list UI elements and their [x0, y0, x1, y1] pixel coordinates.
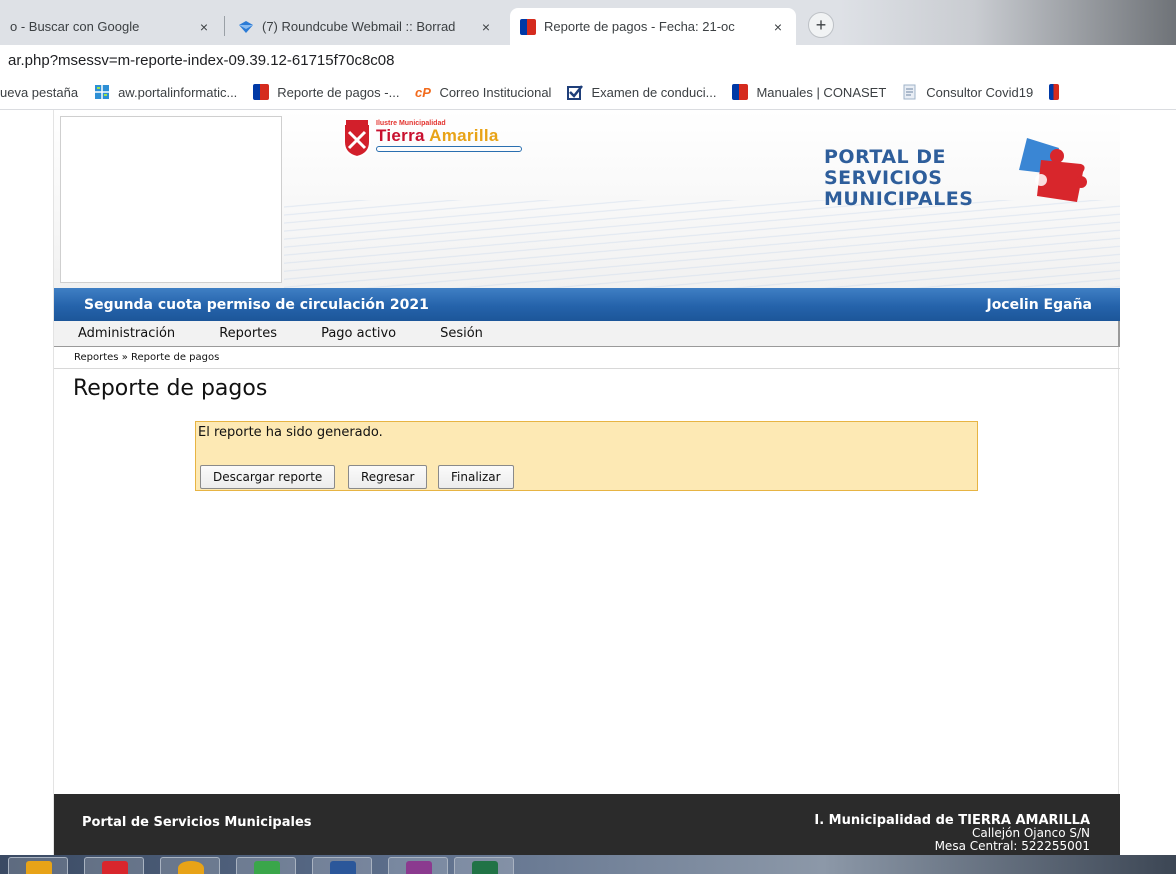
site-footer: Portal de Servicios Municipales I. Munic… — [54, 794, 1120, 855]
flag-icon — [520, 18, 536, 35]
bookmarks-bar: ueva pestaña aw.portalinformatic... Repo… — [0, 75, 1176, 110]
taskbar-outlook[interactable] — [8, 857, 68, 874]
footer-portal-name: Portal de Servicios Municipales — [82, 815, 312, 830]
word-icon — [330, 861, 356, 874]
site-header: Ilustre Municipalidad Tierra Amarilla PO… — [54, 110, 1120, 288]
tab-roundcube-webmail[interactable]: (7) Roundcube Webmail :: Borrad × — [228, 8, 504, 45]
outlook-icon — [26, 861, 52, 874]
bookmark-label: Examen de conduci... — [591, 84, 717, 100]
svg-text:cP: cP — [415, 85, 431, 100]
procedure-title: Segunda cuota permiso de circulación 202… — [84, 296, 429, 313]
doc-icon — [903, 84, 916, 100]
bookmark-correo-institucional[interactable]: cP Correo Institucional — [415, 84, 552, 101]
user-name[interactable]: Jocelin Egaña — [986, 297, 1092, 313]
bookmark-reporte-de-pagos[interactable]: Reporte de pagos -... — [253, 84, 399, 100]
close-icon[interactable]: × — [770, 19, 786, 35]
bookmark-label: Consultor Covid19 — [926, 84, 1034, 100]
portal-title-line: PORTAL DE — [824, 146, 947, 168]
taskbar-browser[interactable] — [160, 857, 220, 874]
address-bar[interactable]: ar.php?msessv=m-reporte-index-09.39.12-6… — [0, 45, 1176, 75]
window-titlebar-area — [840, 0, 1176, 45]
finish-button[interactable]: Finalizar — [438, 465, 514, 489]
os-taskbar — [0, 855, 1176, 874]
flag-icon — [732, 84, 749, 100]
portal-title-line: MUNICIPALES — [824, 188, 974, 210]
flag-icon — [253, 84, 270, 100]
header-image-placeholder — [60, 116, 282, 283]
portal-title-line: SERVICIOS — [824, 167, 943, 189]
notice-message: El reporte ha sido generado. — [198, 425, 383, 440]
footer-phone: Mesa Central: 522255001 — [934, 839, 1090, 853]
puzzle-icon — [1019, 138, 1087, 202]
app-icon — [254, 861, 280, 874]
logo-underline — [376, 146, 522, 152]
tab-reporte-de-pagos[interactable]: Reporte de pagos - Fecha: 21-oc × — [510, 8, 796, 45]
bookmark-label: Reporte de pagos -... — [277, 84, 400, 100]
breadcrumb: Reportes » Reporte de pagos — [54, 347, 1120, 369]
taskbar-app-green[interactable] — [236, 857, 296, 874]
browser-icon — [178, 861, 204, 874]
main-menu: Administración Reportes Pago activo Sesi… — [54, 321, 1120, 347]
menu-item-sesion[interactable]: Sesión — [440, 326, 483, 341]
bookmark-portalinformatica[interactable]: aw.portalinformatic... — [94, 84, 237, 100]
app-icon — [102, 861, 128, 874]
new-tab-button[interactable]: + — [808, 12, 834, 38]
page-container: Ilustre Municipalidad Tierra Amarilla PO… — [53, 110, 1120, 855]
menu-item-pago-activo[interactable]: Pago activo — [321, 326, 396, 341]
taskbar-winrar[interactable] — [388, 857, 448, 874]
footer-contact: I. Municipalidad de TIERRA AMARILLA Call… — [814, 814, 1090, 853]
municipality-name-part2: Amarilla — [429, 126, 499, 145]
page-title: Reporte de pagos — [73, 376, 268, 401]
menu-item-administracion[interactable]: Administración — [78, 326, 175, 341]
close-icon[interactable]: × — [478, 19, 494, 35]
report-notice-box: El reporte ha sido generado. Descargar r… — [195, 421, 978, 491]
bookmark-examen-de-conducir[interactable]: Examen de conduci... — [567, 84, 716, 100]
menu-item-reportes[interactable]: Reportes — [219, 326, 277, 341]
grid-icon — [95, 85, 110, 99]
bookmark-label: Manuales | CONASET — [756, 84, 887, 100]
bookmark-manuales-conaset[interactable]: Manuales | CONASET — [732, 84, 886, 100]
tab-label: Reporte de pagos - Fecha: 21-oc — [544, 19, 735, 34]
taskbar-app-red[interactable] — [84, 857, 144, 874]
taskbar-excel[interactable] — [454, 857, 514, 874]
tab-google-search[interactable]: o - Buscar con Google × — [0, 8, 222, 45]
bookmark-label: ueva pestaña — [0, 84, 79, 100]
taskbar-word[interactable] — [312, 857, 372, 874]
winrar-icon — [406, 861, 432, 874]
municipality-logo[interactable]: Ilustre Municipalidad Tierra Amarilla — [342, 120, 532, 160]
excel-icon — [472, 861, 498, 874]
check-icon — [567, 85, 584, 100]
header-decoration — [284, 200, 1120, 288]
municipality-name-part1: Tierra — [376, 126, 430, 145]
tab-separator — [224, 16, 225, 36]
tab-label: (7) Roundcube Webmail :: Borrad — [262, 19, 456, 34]
download-report-button[interactable]: Descargar reporte — [200, 465, 336, 489]
bookmark-label: Correo Institucional — [439, 84, 552, 100]
portal-title: PORTAL DE SERVICIOS MUNICIPALES — [824, 147, 973, 210]
cp-icon: cP — [415, 85, 431, 100]
back-button[interactable]: Regresar — [348, 465, 428, 489]
bookmark-consultor-covid19[interactable]: Consultor Covid19 — [902, 84, 1033, 100]
title-bar: Segunda cuota permiso de circulación 202… — [54, 288, 1120, 321]
bookmark-label: aw.portalinformatic... — [118, 84, 238, 100]
bookmark-new-tab[interactable]: ueva pestaña — [0, 85, 78, 100]
tab-label: o - Buscar con Google — [10, 19, 140, 34]
municipality-name: Tierra Amarilla — [376, 126, 499, 146]
url-text: ar.php?msessv=m-reporte-index-09.39.12-6… — [8, 51, 395, 69]
close-icon[interactable]: × — [196, 19, 212, 35]
flag-icon[interactable] — [1049, 84, 1060, 100]
coat-of-arms-icon — [343, 120, 371, 158]
breadcrumb-text[interactable]: Reportes » Reporte de pagos — [74, 352, 219, 363]
roundcube-icon — [239, 20, 253, 33]
browser-tab-bar: o - Buscar con Google × (7) Roundcube We… — [0, 0, 1176, 45]
